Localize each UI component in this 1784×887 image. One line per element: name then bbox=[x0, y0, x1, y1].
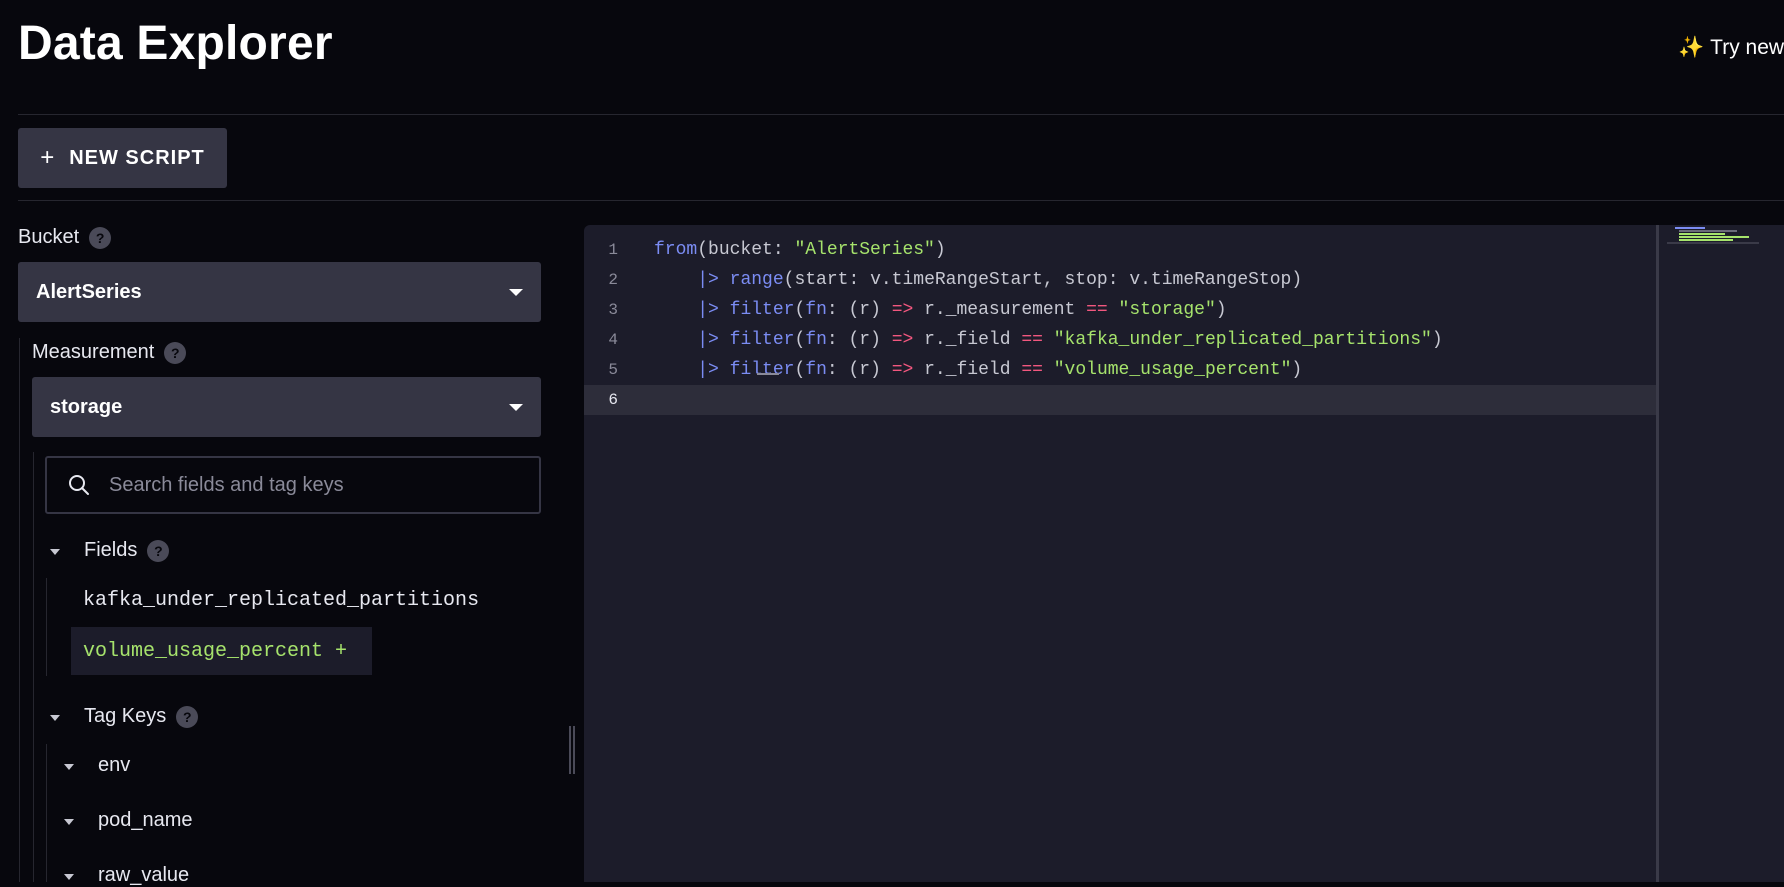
tag-keys-label-row: Tag Keys ? bbox=[84, 705, 199, 728]
measurement-select[interactable]: storage bbox=[32, 377, 541, 437]
field-item-selected[interactable]: volume_usage_percent + bbox=[71, 627, 372, 675]
code-editor[interactable]: 1 from(bucket: "AlertSeries") 2 |> range… bbox=[584, 225, 1784, 882]
code-line[interactable]: 1 from(bucket: "AlertSeries") bbox=[584, 235, 1657, 265]
bucket-label-row: Bucket ? bbox=[18, 226, 112, 249]
try-new-link[interactable]: ✨ Try new bbox=[1678, 36, 1784, 60]
minimap-line bbox=[1679, 230, 1737, 232]
minimap-scroll-indicator[interactable] bbox=[757, 373, 779, 375]
tree-guide-line bbox=[46, 578, 47, 676]
line-number: 1 bbox=[608, 241, 618, 259]
expand-toggle-icon[interactable] bbox=[64, 764, 74, 770]
code-line-active[interactable]: 6 bbox=[584, 385, 1657, 415]
tree-guide-line bbox=[46, 744, 47, 882]
bucket-label: Bucket bbox=[18, 226, 80, 248]
help-icon[interactable]: ? bbox=[164, 341, 187, 364]
bucket-select[interactable]: AlertSeries bbox=[18, 262, 541, 322]
page-header: Data Explorer ✨ Try new bbox=[0, 0, 1784, 114]
line-number: 2 bbox=[608, 271, 618, 289]
code-line[interactable]: 5 |> filter(fn: (r) => r._field == "volu… bbox=[584, 355, 1657, 385]
tag-keys-label: Tag Keys bbox=[84, 705, 167, 727]
field-item[interactable]: kafka_under_replicated_partitions bbox=[83, 589, 479, 612]
search-icon bbox=[69, 475, 89, 495]
line-number: 6 bbox=[608, 391, 618, 409]
code-line-text: |> filter(fn: (r) => r._field == "kafka_… bbox=[697, 330, 1443, 350]
code-line-text: |> range(start: v.timeRangeStart, stop: … bbox=[697, 270, 1303, 290]
caret-down-icon bbox=[509, 288, 523, 296]
minimap-line bbox=[1679, 233, 1725, 235]
page-title: Data Explorer bbox=[18, 17, 333, 70]
fields-label: Fields bbox=[84, 539, 138, 561]
search-box[interactable] bbox=[45, 456, 541, 514]
minimap-line bbox=[1679, 239, 1733, 241]
code-line[interactable]: 3 |> filter(fn: (r) => r._measurement ==… bbox=[584, 295, 1657, 325]
line-number: 5 bbox=[608, 361, 618, 379]
minimap-line bbox=[1675, 227, 1705, 229]
try-new-label: Try new bbox=[1710, 36, 1784, 59]
fields-collapse-toggle-icon[interactable] bbox=[50, 549, 60, 555]
new-script-button[interactable]: + NEW SCRIPT bbox=[18, 128, 227, 188]
tag-keys-collapse-toggle-icon[interactable] bbox=[50, 715, 60, 721]
help-icon[interactable]: ? bbox=[89, 226, 112, 249]
editor-minimap-separator bbox=[1656, 225, 1659, 882]
line-number: 3 bbox=[608, 301, 618, 319]
expand-toggle-icon[interactable] bbox=[64, 874, 74, 880]
new-script-label: NEW SCRIPT bbox=[69, 146, 205, 169]
caret-down-icon bbox=[509, 403, 523, 411]
help-icon[interactable]: ? bbox=[147, 539, 170, 562]
code-line-text: from(bucket: "AlertSeries") bbox=[654, 240, 946, 260]
tag-key-item[interactable]: pod_name bbox=[98, 809, 193, 832]
fields-label-row: Fields ? bbox=[84, 539, 170, 562]
minimap-viewport bbox=[1667, 242, 1759, 244]
measurement-selected-value: storage bbox=[50, 395, 123, 418]
tree-guide-line bbox=[33, 452, 34, 882]
tree-guide-line bbox=[19, 338, 20, 882]
bucket-selected-value: AlertSeries bbox=[36, 280, 142, 303]
code-line[interactable]: 2 |> range(start: v.timeRangeStart, stop… bbox=[584, 265, 1657, 295]
measurement-label-row: Measurement ? bbox=[32, 341, 187, 364]
editor-lines: 1 from(bucket: "AlertSeries") 2 |> range… bbox=[584, 225, 1657, 415]
toolbar-divider bbox=[18, 200, 1784, 201]
measurement-label: Measurement bbox=[32, 341, 155, 363]
sparkles-icon: ✨ bbox=[1678, 36, 1705, 59]
plus-icon: + bbox=[40, 144, 56, 171]
panel-resize-handle[interactable] bbox=[569, 726, 575, 774]
editor-minimap[interactable] bbox=[1667, 225, 1784, 882]
search-input[interactable] bbox=[107, 472, 511, 498]
help-icon[interactable]: ? bbox=[176, 705, 199, 728]
code-line-text: |> filter(fn: (r) => r._field == "volume… bbox=[697, 360, 1303, 380]
tag-key-item[interactable]: env bbox=[98, 754, 130, 777]
line-number: 4 bbox=[608, 331, 618, 349]
header-divider bbox=[18, 114, 1784, 115]
code-line[interactable]: 4 |> filter(fn: (r) => r._field == "kafk… bbox=[584, 325, 1657, 355]
tag-key-item[interactable]: raw_value bbox=[98, 864, 189, 887]
code-line-text: |> filter(fn: (r) => r._measurement == "… bbox=[697, 300, 1227, 320]
minimap-line bbox=[1679, 236, 1749, 238]
expand-toggle-icon[interactable] bbox=[64, 819, 74, 825]
